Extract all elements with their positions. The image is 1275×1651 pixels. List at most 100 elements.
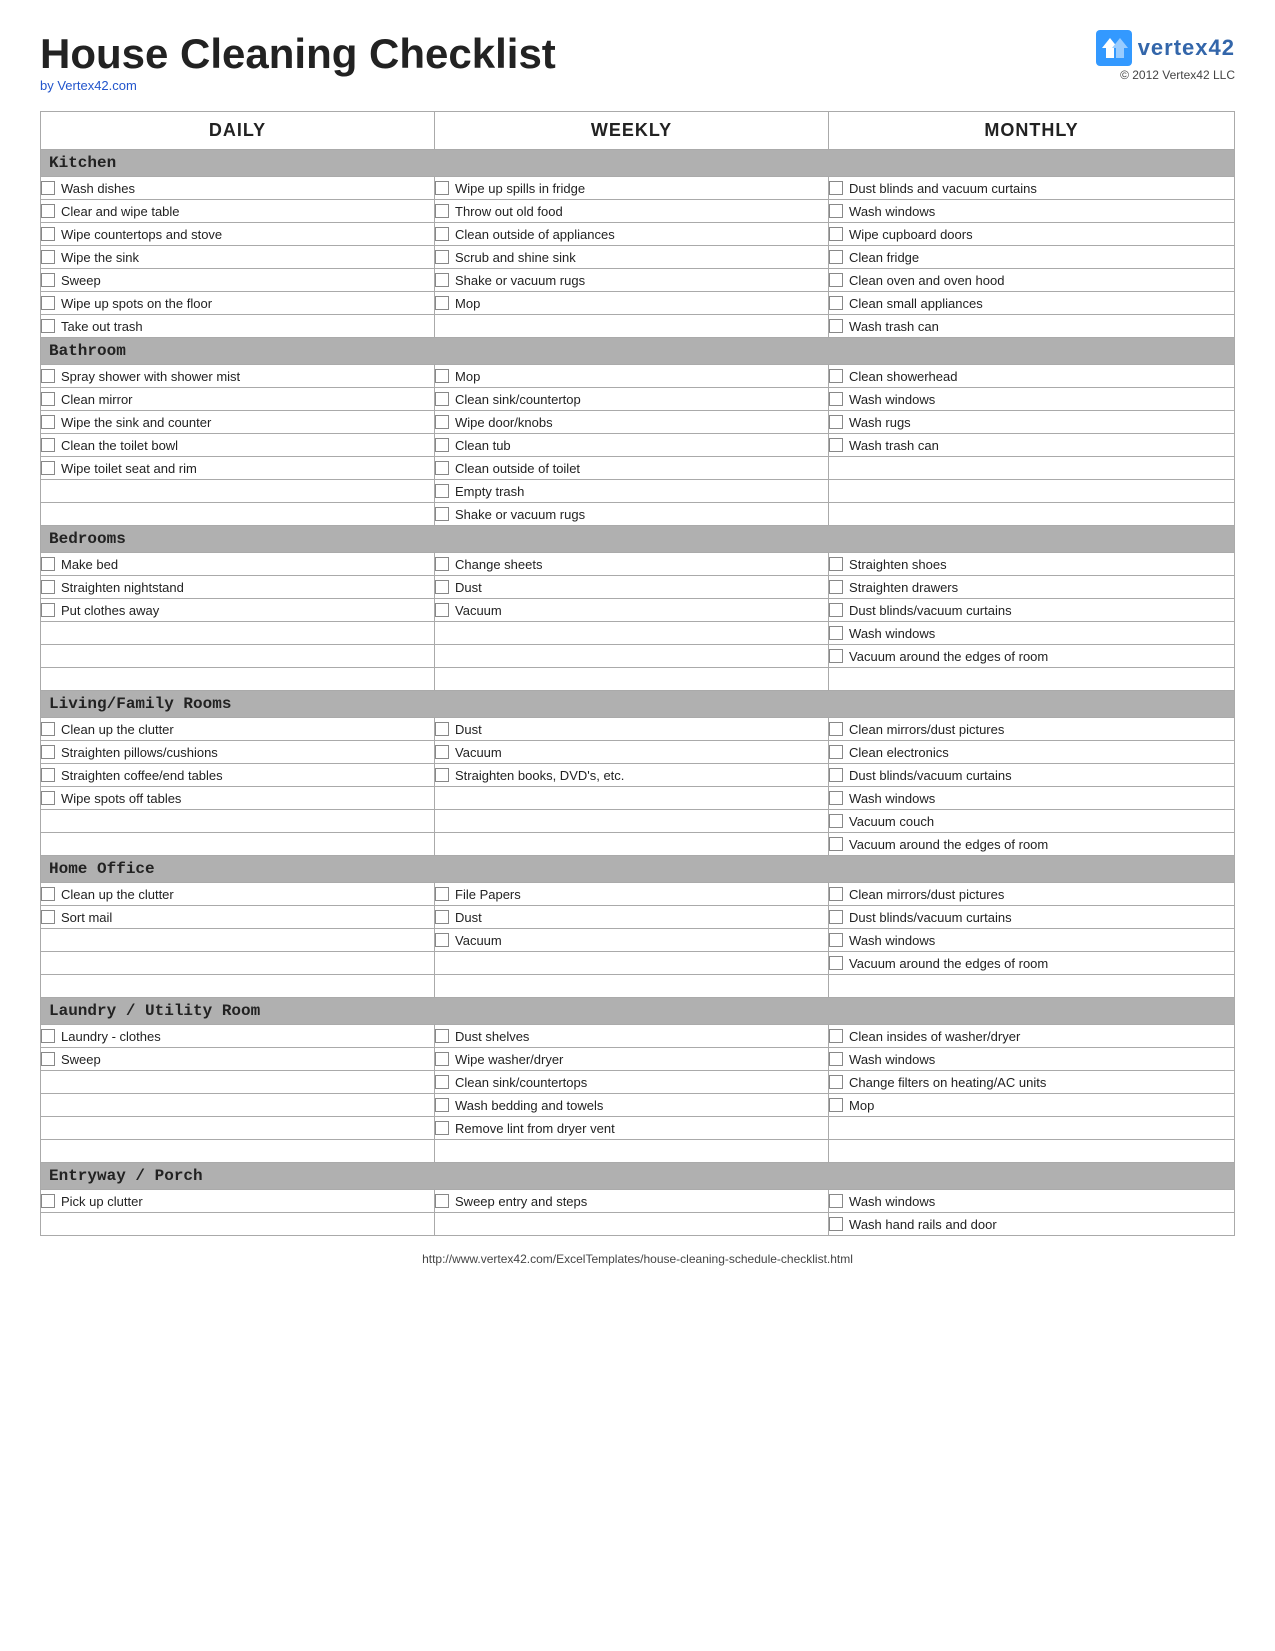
- checkbox[interactable]: [435, 722, 449, 736]
- checkbox[interactable]: [41, 273, 55, 287]
- checkbox[interactable]: [829, 887, 843, 901]
- list-item: Laundry - clothes: [41, 1025, 434, 1047]
- checkbox[interactable]: [829, 369, 843, 383]
- checkbox[interactable]: [829, 1075, 843, 1089]
- checkbox[interactable]: [41, 319, 55, 333]
- checkbox[interactable]: [829, 250, 843, 264]
- checkbox[interactable]: [829, 319, 843, 333]
- item-label: Straighten books, DVD's, etc.: [455, 768, 624, 783]
- checkbox[interactable]: [829, 580, 843, 594]
- table-row: Clean sink/countertops Change filters on…: [41, 1071, 1235, 1094]
- checkbox[interactable]: [435, 438, 449, 452]
- checkbox[interactable]: [829, 392, 843, 406]
- checkbox[interactable]: [41, 557, 55, 571]
- checkbox[interactable]: [435, 369, 449, 383]
- checkbox[interactable]: [435, 204, 449, 218]
- checkbox[interactable]: [435, 296, 449, 310]
- checkbox[interactable]: [829, 415, 843, 429]
- checkbox[interactable]: [829, 227, 843, 241]
- checkbox[interactable]: [435, 250, 449, 264]
- checkbox[interactable]: [829, 438, 843, 452]
- checkbox[interactable]: [829, 791, 843, 805]
- checkbox[interactable]: [829, 837, 843, 851]
- empty-row: [435, 833, 828, 855]
- checkbox[interactable]: [41, 227, 55, 241]
- checkbox[interactable]: [829, 603, 843, 617]
- checkbox[interactable]: [829, 1194, 843, 1208]
- checkbox[interactable]: [41, 296, 55, 310]
- checkbox[interactable]: [41, 722, 55, 736]
- checkbox[interactable]: [829, 557, 843, 571]
- list-item: Sort mail: [41, 906, 434, 928]
- empty-row: [829, 503, 1234, 525]
- checkbox[interactable]: [41, 415, 55, 429]
- checkbox[interactable]: [435, 745, 449, 759]
- checkbox[interactable]: [41, 461, 55, 475]
- checkbox[interactable]: [829, 814, 843, 828]
- checkbox[interactable]: [41, 204, 55, 218]
- checkbox[interactable]: [41, 392, 55, 406]
- checkbox[interactable]: [829, 1052, 843, 1066]
- checkbox[interactable]: [41, 438, 55, 452]
- checkbox[interactable]: [829, 204, 843, 218]
- checkbox[interactable]: [41, 181, 55, 195]
- checkbox[interactable]: [435, 557, 449, 571]
- checkbox[interactable]: [435, 887, 449, 901]
- checkbox[interactable]: [435, 507, 449, 521]
- item-label: Scrub and shine sink: [455, 250, 576, 265]
- checkbox[interactable]: [829, 626, 843, 640]
- checkbox[interactable]: [829, 910, 843, 924]
- checkbox[interactable]: [435, 1075, 449, 1089]
- checkbox[interactable]: [829, 956, 843, 970]
- checkbox[interactable]: [435, 1121, 449, 1135]
- item-label: Straighten pillows/cushions: [61, 745, 218, 760]
- checkbox[interactable]: [41, 580, 55, 594]
- checkbox[interactable]: [41, 745, 55, 759]
- empty-row: [435, 315, 828, 337]
- checkbox[interactable]: [829, 181, 843, 195]
- empty-row: [41, 833, 434, 855]
- checkbox[interactable]: [829, 296, 843, 310]
- checkbox[interactable]: [435, 273, 449, 287]
- list-item: File Papers: [435, 883, 828, 905]
- checkbox[interactable]: [435, 768, 449, 782]
- checkbox[interactable]: [435, 1029, 449, 1043]
- list-item: Wash trash can: [829, 315, 1234, 337]
- checkbox[interactable]: [435, 603, 449, 617]
- checkbox[interactable]: [829, 933, 843, 947]
- checkbox[interactable]: [435, 461, 449, 475]
- checkbox[interactable]: [41, 887, 55, 901]
- list-item: Clean insides of washer/dryer: [829, 1025, 1234, 1047]
- checkbox[interactable]: [829, 768, 843, 782]
- checkbox[interactable]: [829, 1217, 843, 1231]
- checkbox[interactable]: [41, 250, 55, 264]
- checkbox[interactable]: [829, 649, 843, 663]
- checkbox[interactable]: [435, 1194, 449, 1208]
- list-item: Change sheets: [435, 553, 828, 575]
- checkbox[interactable]: [435, 484, 449, 498]
- checkbox[interactable]: [41, 603, 55, 617]
- checkbox[interactable]: [829, 1098, 843, 1112]
- checkbox[interactable]: [41, 1194, 55, 1208]
- checkbox[interactable]: [435, 910, 449, 924]
- checkbox[interactable]: [41, 1029, 55, 1043]
- checkbox[interactable]: [41, 910, 55, 924]
- checkbox[interactable]: [435, 227, 449, 241]
- checkbox[interactable]: [41, 791, 55, 805]
- checkbox[interactable]: [435, 1052, 449, 1066]
- checkbox[interactable]: [41, 369, 55, 383]
- checkbox[interactable]: [829, 1029, 843, 1043]
- checkbox[interactable]: [435, 181, 449, 195]
- checkbox[interactable]: [41, 1052, 55, 1066]
- checkbox[interactable]: [435, 392, 449, 406]
- checkbox[interactable]: [41, 768, 55, 782]
- checkbox[interactable]: [829, 722, 843, 736]
- table-row: Wipe spots off tables Wash windows: [41, 787, 1235, 810]
- checkbox[interactable]: [435, 933, 449, 947]
- checkbox[interactable]: [435, 415, 449, 429]
- checkbox[interactable]: [829, 273, 843, 287]
- checkbox[interactable]: [435, 580, 449, 594]
- checkbox[interactable]: [435, 1098, 449, 1112]
- checkbox[interactable]: [829, 745, 843, 759]
- byline-link[interactable]: by Vertex42.com: [40, 78, 137, 93]
